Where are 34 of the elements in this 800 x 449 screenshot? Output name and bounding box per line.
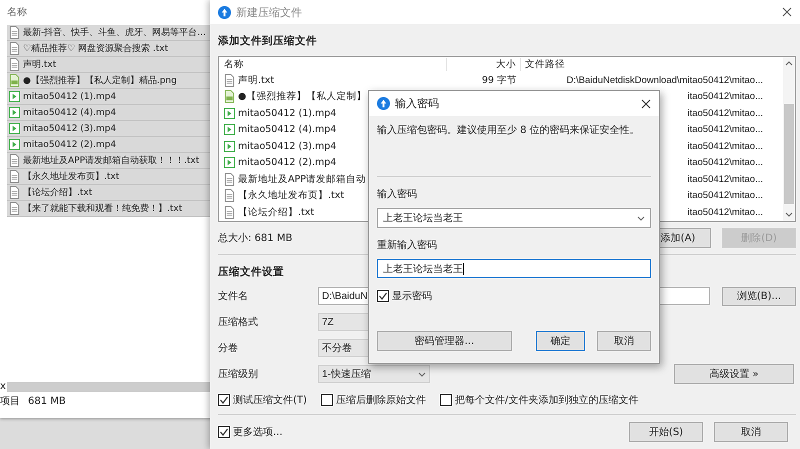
field-label: 压缩格式 xyxy=(218,316,259,329)
file-path-cell: itao50412\mitao... xyxy=(687,157,763,168)
file-path-cell: itao50412\mitao... xyxy=(687,174,763,185)
file-path-cell: itao50412\mitao... xyxy=(687,190,763,202)
file-path-cell: itao50412\mitao... xyxy=(687,91,763,102)
field-label: 分卷 xyxy=(218,342,239,355)
file-name-cell: 【论坛介绍】.txt xyxy=(238,206,314,219)
file-path-cell: D:\BaiduNetdiskDownload\mitao50412\mitao... xyxy=(566,74,763,86)
file-size-cell: 99 字节 xyxy=(482,74,517,86)
field-label: 输入密码 xyxy=(377,188,417,200)
instruction-text: 输入压缩包密码。建议使用至少 8 位的密码来保证安全性。 xyxy=(377,124,641,138)
file-name-cell: 声明.txt xyxy=(238,74,274,87)
file-path-cell: itao50412\mitao... xyxy=(687,108,763,119)
file-name-cell: ●【强烈推荐】【私人定制】 xyxy=(238,90,366,104)
field-label: 重新输入密码 xyxy=(377,238,437,251)
field-label: 文件名 xyxy=(218,290,249,303)
file-name-cell: 最新地址及APP请发邮箱自动 xyxy=(238,172,366,186)
file-path-cell: itao50412\mitao... xyxy=(687,124,763,136)
field-label: 压缩级别 xyxy=(218,368,259,381)
section-heading: 压缩文件设置 xyxy=(218,265,284,279)
item-count-label: 项目 xyxy=(0,395,20,408)
file-path-cell: itao50412\mitao... xyxy=(687,140,763,152)
file-name-cell: mitao50412 (3).mp4 xyxy=(238,140,336,152)
file-name-cell: mitao50412 (2).mp4 xyxy=(238,157,336,168)
file-name-fragment: x xyxy=(0,382,7,392)
section-heading: 添加文件到压缩文件 xyxy=(218,34,317,48)
file-name-cell: mitao50412 (1).mp4 xyxy=(238,108,336,119)
dialog-title: 输入密码 xyxy=(395,96,439,111)
window-title: 新建压缩文件 xyxy=(236,4,302,20)
file-path-cell: itao50412\mitao... xyxy=(687,206,763,218)
file-name-cell: 【永久地址发布页】.txt xyxy=(238,189,344,202)
total-size: 总大小: 681 MB xyxy=(218,232,292,245)
file-name-cell: mitao50412 (4).mp4 xyxy=(238,124,336,136)
total-size: 681 MB xyxy=(28,396,66,406)
